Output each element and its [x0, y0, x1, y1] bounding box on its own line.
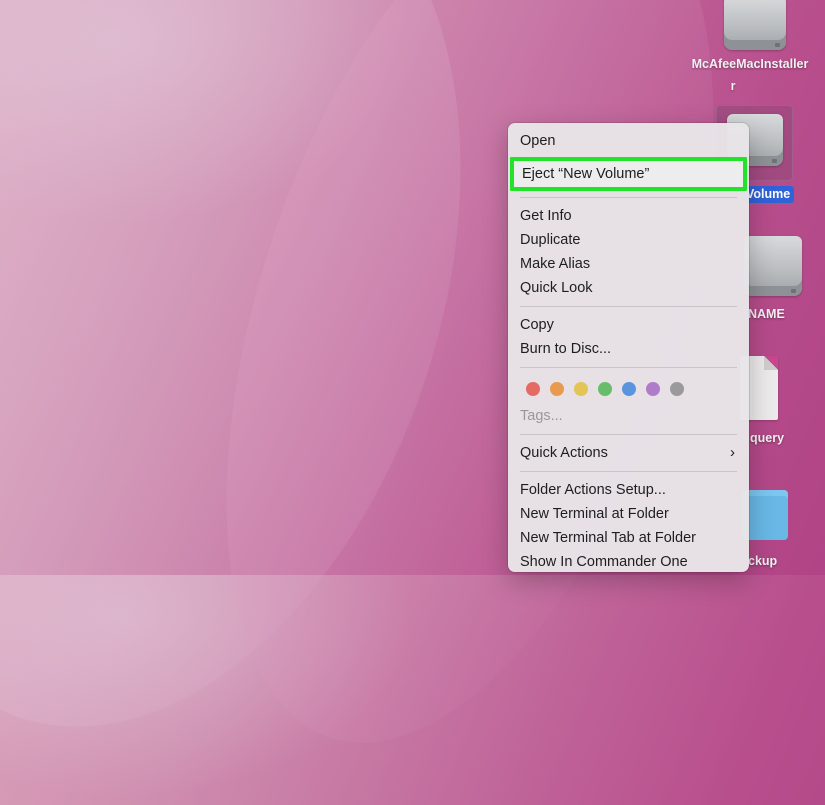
- menu-item-eject[interactable]: Eject “New Volume”: [510, 157, 747, 191]
- tag-color-row: [508, 374, 749, 404]
- desktop-item-label: McAfeeMacInstaller: [691, 57, 809, 71]
- menu-separator: [520, 434, 737, 435]
- menu-item-quick-actions[interactable]: Quick Actions ›: [508, 441, 749, 465]
- chevron-right-icon: ›: [730, 444, 735, 461]
- tag-red-dot[interactable]: [526, 382, 540, 396]
- drive-icon: [744, 236, 802, 296]
- desktop-item-label-wrap: r: [730, 79, 736, 93]
- tag-yellow-dot[interactable]: [574, 382, 588, 396]
- menu-separator: [520, 306, 737, 307]
- menu-item-folder-actions[interactable]: Folder Actions Setup...: [508, 478, 749, 502]
- drive-icon: [724, 0, 786, 50]
- tag-orange-dot[interactable]: [550, 382, 564, 396]
- menu-item-new-terminal-tab[interactable]: New Terminal Tab at Folder: [508, 526, 749, 550]
- menu-separator: [520, 471, 737, 472]
- desktop-item-label-wrap-char: r: [727, 72, 739, 95]
- menu-item-get-info[interactable]: Get Info: [508, 204, 749, 228]
- menu-separator: [520, 197, 737, 198]
- menu-item-copy[interactable]: Copy: [508, 313, 749, 337]
- desktop-item-label: ckup: [748, 554, 778, 568]
- desktop-item-label: NAME: [748, 307, 785, 321]
- menu-item-make-alias[interactable]: Make Alias: [508, 252, 749, 276]
- context-menu: Open Eject “New Volume” Get Info Duplica…: [508, 123, 749, 572]
- menu-item-open[interactable]: Open: [508, 129, 749, 153]
- menu-item-tags[interactable]: Tags...: [508, 404, 749, 428]
- menu-item-quick-look[interactable]: Quick Look: [508, 276, 749, 300]
- tag-green-dot[interactable]: [598, 382, 612, 396]
- wallpaper-wave: [0, 0, 566, 805]
- menu-item-new-terminal[interactable]: New Terminal at Folder: [508, 502, 749, 526]
- desktop-item-label-selected: Volume: [742, 186, 795, 203]
- menu-item-commander-one[interactable]: Show In Commander One: [508, 550, 749, 574]
- quick-actions-label: Quick Actions: [520, 445, 608, 461]
- menu-item-burn[interactable]: Burn to Disc...: [508, 337, 749, 361]
- desktop-item-mcafee[interactable]: McAfeeMacInstaller: [691, 0, 813, 73]
- desktop-item-label: query: [750, 431, 785, 445]
- tag-gray-dot[interactable]: [670, 382, 684, 396]
- menu-item-duplicate[interactable]: Duplicate: [508, 228, 749, 252]
- tag-purple-dot[interactable]: [646, 382, 660, 396]
- tag-blue-dot[interactable]: [622, 382, 636, 396]
- menu-separator: [520, 367, 737, 368]
